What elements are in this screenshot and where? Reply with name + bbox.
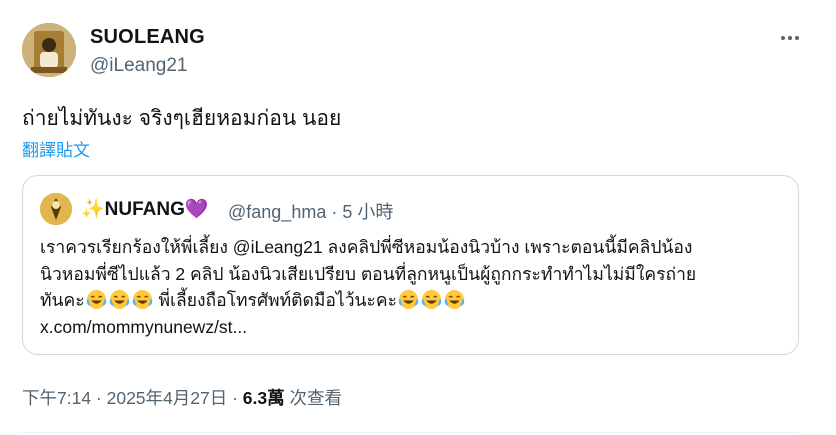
quoted-author-name-text: NUFANG <box>104 199 185 220</box>
quoted-tweet-body: เราควรเรียกร้องให้พี่เลี้ยง @iLeang21 ลง… <box>40 234 785 340</box>
view-count: 6.3萬 <box>242 388 285 408</box>
divider <box>22 432 799 433</box>
view-label: 次查看 <box>284 388 342 408</box>
quoted-author-avatar[interactable] <box>40 193 72 225</box>
tweet-text: ถ่ายไม่ทันงะ จริงๆเฮียหอมก่อน นอย <box>22 107 342 130</box>
author-handle[interactable]: @iLeang21 <box>90 55 187 77</box>
more-horizontal-icon <box>781 36 799 40</box>
quoted-tweet[interactable]: ✨NUFANG💜 @fang_hma · 5 小時 เราควรเรียกร้อ… <box>22 175 799 355</box>
tears-of-joy-emoji-icon <box>421 290 442 309</box>
tears-of-joy-emoji-icon <box>86 290 106 309</box>
quoted-handle-time: @fang_hma · 5 小時 <box>228 202 394 222</box>
purple-heart-emoji: 💜 <box>184 199 209 220</box>
sparkles-emoji: ✨ <box>81 199 105 220</box>
quoted-text-line-3-end: พี่เลี้ยงถือโทรศัพท์ติดมือไว้นะคะ <box>153 290 398 310</box>
tweet-meta: 下午7:14 · 2025年4月27日 · 6.3萬 次查看 <box>22 385 342 410</box>
translate-post-link[interactable]: 翻譯貼文 <box>22 136 90 161</box>
quoted-text-line-3-start: ทันคะ <box>40 290 85 310</box>
author-avatar[interactable] <box>22 23 76 77</box>
quoted-avatar-image <box>40 193 72 225</box>
quoted-text-line-3: ทันคะ พี่เลี้ยงถือโทรศัพท์ติดมือไว้นะคะ <box>40 287 785 314</box>
author-name[interactable]: SUOLEANG <box>90 26 205 49</box>
quoted-text-line-2: นิวหอมพี่ซีไปแล้ว 2 คลิป น้องนิวเสียเปรี… <box>40 263 697 284</box>
tears-of-joy-emoji-icon <box>444 290 465 309</box>
quoted-text-line-1: เราควรเรียกร้องให้พี่เลี้ยง @iLeang21 ลง… <box>40 237 693 257</box>
quoted-author-name[interactable]: ✨NUFANG💜 <box>81 197 209 221</box>
tweet-timestamp[interactable]: 下午7:14 · 2025年4月27日 · <box>22 388 243 408</box>
tears-of-joy-emoji-icon <box>132 290 152 309</box>
avatar-image <box>22 23 76 77</box>
tears-of-joy-emoji-icon <box>109 290 129 309</box>
tears-of-joy-emoji-icon <box>398 290 419 309</box>
quoted-link[interactable]: x.com/mommynunewz/st... <box>40 314 785 341</box>
more-options-button[interactable] <box>778 26 802 50</box>
